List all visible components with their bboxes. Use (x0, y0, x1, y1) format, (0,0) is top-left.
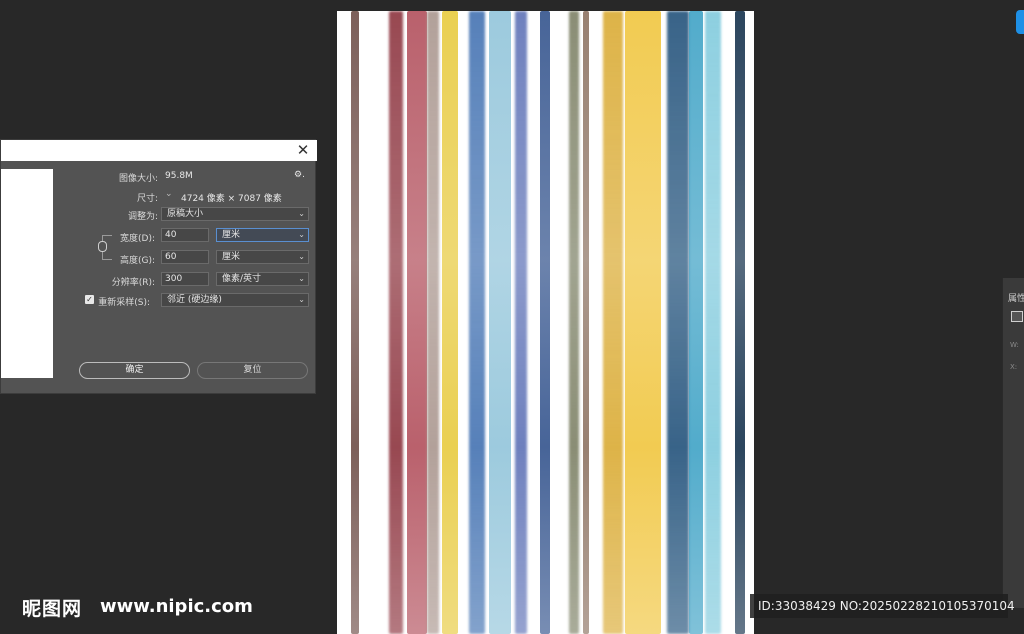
watercolor-stripe (427, 11, 439, 634)
fit-to-value: 原稿大小 (167, 209, 204, 219)
gear-icon[interactable]: ⚙. (294, 170, 305, 180)
watercolor-stripe (351, 11, 359, 634)
watercolor-stripe (735, 11, 745, 634)
watercolor-stripe (407, 11, 427, 634)
resample-select[interactable]: 邻近 (硬边缘) ⌄ (161, 293, 309, 307)
resolution-label: 分辨率(R): (111, 278, 155, 288)
watercolor-stripe (667, 11, 689, 634)
fit-to-label: 调整为: (127, 212, 158, 222)
resample-value: 邻近 (硬边缘) (167, 295, 222, 305)
resolution-unit-select[interactable]: 像素/英寸 ⌄ (216, 272, 309, 286)
resample-label: 重新采样(S): (98, 298, 150, 308)
image-size-label: 图像大小: (118, 174, 158, 184)
image-size-value: 95.8M (165, 171, 193, 181)
chevron-down-icon: ⌄ (298, 252, 305, 261)
dimensions-value: 4724 像素 × 7087 像素 (181, 194, 282, 204)
reset-button[interactable]: 复位 (197, 362, 308, 379)
watercolor-stripe (442, 11, 458, 634)
watermark-id: ID:33038429 NO:20250228210105370104 (750, 594, 1015, 618)
chevron-down-icon: ⌄ (298, 230, 305, 239)
image-preview (1, 169, 53, 378)
chevron-down-icon: ⌄ (298, 295, 305, 304)
watermark-url: www.nipic.com (100, 596, 253, 617)
resolution-unit-value: 像素/英寸 (222, 274, 262, 284)
width-label: 宽度(D): (120, 234, 155, 244)
properties-x-label: X: (1010, 363, 1018, 371)
watercolor-stripe (569, 11, 579, 634)
ok-button[interactable]: 确定 (79, 362, 190, 379)
image-size-dialog: ✕ 图像大小: 95.8M ⚙. 尺寸: ⌄ 4724 像素 × 7087 像素… (0, 139, 317, 394)
watercolor-stripe (583, 11, 589, 634)
dimensions-label: 尺寸: (136, 194, 158, 204)
watercolor-stripe (515, 11, 527, 634)
watercolor-stripe (689, 11, 703, 634)
properties-w-label: W: (1010, 341, 1019, 349)
height-input[interactable]: 60 (161, 250, 209, 264)
height-label: 高度(G): (119, 256, 155, 266)
resample-checkbox[interactable]: ✓ (85, 295, 94, 304)
properties-title[interactable]: 属性 (1008, 291, 1024, 304)
watercolor-stripe (540, 11, 550, 634)
panel-tab-icon[interactable] (1016, 10, 1024, 34)
watercolor-stripe (705, 11, 721, 634)
fit-to-select[interactable]: 原稿大小 ⌄ (161, 207, 309, 221)
chevron-down-icon: ⌄ (298, 274, 305, 283)
watercolor-stripe (489, 11, 511, 634)
height-unit-value: 厘米 (222, 252, 241, 262)
height-unit-select[interactable]: 厘米 ⌄ (216, 250, 309, 264)
width-unit-value: 厘米 (222, 230, 241, 240)
close-icon[interactable]: ✕ (295, 142, 311, 158)
watercolor-stripe (389, 11, 403, 634)
document-canvas[interactable] (337, 11, 754, 634)
dialog-titlebar[interactable]: ✕ (1, 140, 317, 161)
width-input[interactable]: 40 (161, 228, 209, 242)
watermark-logo: 昵图网 (22, 598, 83, 620)
watercolor-stripe (625, 11, 661, 634)
dimensions-toggle-icon[interactable]: ⌄ (165, 189, 173, 199)
properties-panel: 属性 W: X: (1002, 278, 1024, 608)
watercolor-stripe (603, 11, 623, 634)
link-chain-icon[interactable] (98, 241, 107, 252)
resolution-input[interactable]: 300 (161, 272, 209, 286)
width-unit-select[interactable]: 厘米 ⌄ (216, 228, 309, 242)
watercolor-stripe (469, 11, 485, 634)
chevron-down-icon: ⌄ (298, 209, 305, 218)
image-icon[interactable] (1011, 311, 1023, 322)
